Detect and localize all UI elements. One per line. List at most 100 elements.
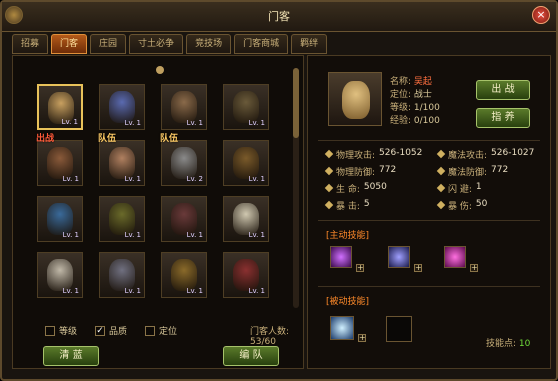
window-title: 门客 (268, 10, 290, 23)
tab-bonds[interactable]: 羁绊 (291, 34, 328, 54)
hero-level-label: Lv. 1 (248, 231, 265, 239)
passive-skill-1-plus[interactable]: + (358, 334, 366, 342)
stat-row: 魔法防御: 772 (436, 165, 509, 178)
divider (318, 140, 540, 141)
stat-bullet-icon (324, 149, 334, 159)
stat-label: 暴 伤: (448, 202, 472, 212)
active-skill-1-icon[interactable] (330, 246, 352, 268)
dismiss-button[interactable]: 指 养 (476, 108, 530, 128)
hero-slot[interactable]: Lv. 1 (223, 196, 269, 242)
hero-level-label: Lv. 2 (186, 175, 203, 183)
stat-row: 暴 伤: 50 (436, 199, 488, 212)
tab-arena[interactable]: 竞技场 (186, 34, 232, 54)
stat-label: 物理防御: (336, 168, 376, 178)
hero-slot[interactable]: Lv. 1 (37, 252, 83, 298)
panel-ornament-icon (156, 66, 164, 74)
hero-slot[interactable]: Lv. 1 (99, 84, 145, 130)
hero-level-label: Lv. 1 (62, 175, 79, 183)
battle-button[interactable]: 出 战 (476, 80, 530, 100)
hero-level-label: Lv. 1 (62, 287, 79, 295)
skill-points-label: 技能点: (486, 339, 517, 349)
stat-value: 526-1027 (491, 148, 535, 158)
filter-level[interactable]: 等级 (45, 324, 77, 337)
hero-slot[interactable]: Lv. 2 队伍 (160, 134, 207, 186)
filter-quality-label: 品质 (109, 327, 128, 337)
filter-quality[interactable]: ✓ 品质 (95, 324, 127, 337)
level-label: 等级: (390, 103, 412, 113)
hero-portrait (328, 72, 382, 126)
stat-label: 魔法攻击: (448, 151, 488, 161)
scrollbar-thumb[interactable] (293, 68, 299, 138)
divider (318, 220, 540, 221)
stat-label: 物理攻击: (336, 151, 376, 161)
title-bar: 门客 × (2, 2, 556, 32)
active-skill-2-plus[interactable]: + (414, 264, 422, 272)
name-label: 名称: (390, 77, 412, 87)
tab-heroes[interactable]: 门客 (51, 34, 88, 54)
hero-level-label: Lv. 1 (248, 175, 265, 183)
hero-level-label: Lv. 1 (124, 119, 141, 127)
hero-level-label: Lv. 1 (124, 231, 141, 239)
hero-slot[interactable]: Lv. 1 (37, 84, 83, 130)
clear-button[interactable]: 清 蓝 (43, 346, 99, 366)
filter-position-checkbox[interactable] (145, 325, 155, 336)
stat-label: 暴 击: (336, 202, 360, 212)
stat-row: 物理攻击: 526-1052 (324, 148, 422, 161)
stat-bullet-icon (436, 166, 446, 176)
tab-territory[interactable]: 寸土必争 (129, 34, 184, 54)
stat-bullet-icon (324, 200, 334, 210)
hero-slot[interactable]: Lv. 1 (99, 252, 145, 298)
active-skill-1-plus[interactable]: + (356, 264, 364, 272)
passive-skills-title: [被动技能] (326, 297, 370, 307)
hero-slot[interactable]: Lv. 1 (99, 196, 145, 242)
filter-position-label: 定位 (159, 327, 178, 337)
hero-exp: 0/100 (413, 116, 440, 126)
stat-row: 物理防御: 772 (324, 165, 396, 178)
stat-row: 魔法攻击: 526-1027 (436, 148, 535, 161)
hero-level-label: Lv. 1 (186, 287, 203, 295)
filter-level-checkbox[interactable] (45, 325, 55, 336)
stat-value: 1 (475, 182, 482, 192)
hero-level-label: Lv. 1 (61, 118, 78, 126)
tab-hero-shop[interactable]: 门客商城 (234, 34, 289, 54)
hero-level: 1/100 (413, 103, 440, 113)
hero-window: 门客 × 招募 门客 庄园 寸土必争 竞技场 门客商城 羁绊 Lv. 1 Lv. … (0, 0, 558, 381)
stat-value: 5 (363, 199, 370, 209)
hero-level-label: Lv. 1 (124, 175, 141, 183)
hero-slot[interactable]: Lv. 1 队伍 (98, 134, 145, 186)
passive-skill-1-icon[interactable] (330, 316, 354, 340)
tab-manor[interactable]: 庄园 (90, 34, 127, 54)
hero-slot[interactable]: Lv. 1 出战 (36, 134, 83, 186)
filter-position[interactable]: 定位 (145, 324, 177, 337)
divider (318, 286, 540, 287)
hero-slot[interactable]: Lv. 1 (37, 196, 83, 242)
hero-slot[interactable]: Lv. 1 (223, 140, 269, 186)
tab-recruit[interactable]: 招募 (12, 34, 49, 54)
hero-slot[interactable]: Lv. 1 (223, 252, 269, 298)
stat-value: 50 (475, 199, 488, 209)
hero-slot[interactable]: Lv. 1 (223, 84, 269, 130)
exp-label: 经验: (390, 116, 412, 126)
hero-slot[interactable]: Lv. 1 (161, 84, 207, 130)
hero-slot[interactable]: Lv. 1 (161, 252, 207, 298)
stat-label: 生 命: (336, 185, 360, 195)
skill-points-value: 10 (518, 339, 531, 349)
hero-info: 名称: 吴起 定位: 战士 等级: 1/100 经验: 0/100 (390, 76, 440, 128)
close-button[interactable]: × (532, 6, 550, 24)
hero-detail-panel: 名称: 吴起 定位: 战士 等级: 1/100 经验: 0/100 出 战 指 … (307, 55, 551, 369)
formation-button[interactable]: 编 队 (223, 346, 279, 366)
active-skill-2-icon[interactable] (388, 246, 410, 268)
passive-skill-empty-slot[interactable] (386, 316, 412, 342)
hero-slot[interactable]: Lv. 1 (161, 196, 207, 242)
scrollbar[interactable] (293, 68, 299, 308)
filter-quality-checkbox[interactable]: ✓ (95, 325, 105, 336)
tab-bar: 招募 门客 庄园 寸土必争 竞技场 门客商城 羁绊 (12, 34, 328, 54)
active-skill-3-plus[interactable]: + (470, 264, 478, 272)
hero-face-icon (342, 81, 370, 119)
hero-name: 吴起 (413, 77, 432, 87)
stat-value: 772 (491, 165, 509, 175)
hero-grid: Lv. 1 Lv. 1 Lv. 1 Lv. 1 Lv. 1 出战 Lv. 1 队伍 Lv. 2 队… (36, 84, 287, 356)
stat-label: 闪 避: (448, 185, 472, 195)
stat-value: 5050 (363, 182, 387, 192)
active-skill-3-icon[interactable] (444, 246, 466, 268)
